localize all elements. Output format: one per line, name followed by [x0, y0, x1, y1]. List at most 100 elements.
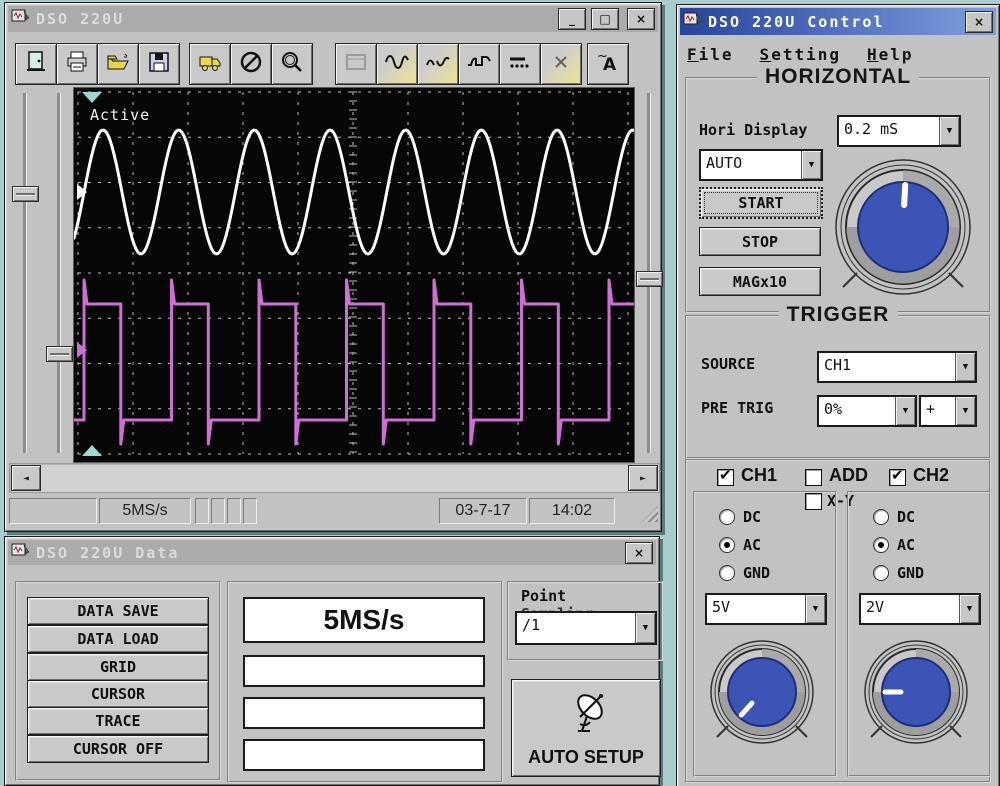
menu-file[interactable]: File: [687, 45, 734, 64]
slider-track: [57, 93, 61, 453]
ch2-position-slider[interactable]: [45, 89, 73, 457]
ch2-dc-label: DC: [897, 508, 915, 526]
toolbar-smooth-button[interactable]: [417, 43, 459, 85]
main-window-title: DSO 220U: [36, 10, 124, 28]
channels-group: CH1 ADD CH2 X-Y DC AC GND 5V: [685, 459, 991, 783]
scroll-left-arrow[interactable]: ◄: [11, 465, 41, 491]
toolbar-block-button[interactable]: [230, 43, 272, 85]
data-load-button[interactable]: DATA LOAD: [27, 625, 209, 653]
ch2-gnd-radio[interactable]: [873, 565, 889, 581]
dropdown-arrow-icon[interactable]: [955, 353, 975, 381]
toolbar-print-button[interactable]: [56, 43, 98, 85]
close-button[interactable]: ×: [965, 11, 993, 33]
toolbar-open-button[interactable]: [97, 43, 139, 85]
toolbar-sine-button[interactable]: [376, 43, 418, 85]
ch1-ac-radio[interactable]: [719, 537, 735, 553]
block-icon: [238, 49, 264, 79]
toolbar-truck-button[interactable]: [189, 43, 231, 85]
trigger-mode-dropdown[interactable]: AUTO: [699, 149, 823, 181]
dropdown-arrow-icon[interactable]: [959, 595, 979, 623]
start-button[interactable]: START: [699, 187, 823, 219]
point-sampling-value: /1: [517, 613, 635, 643]
toolbar-step-button[interactable]: [458, 43, 500, 85]
data-save-button[interactable]: DATA SAVE: [27, 597, 209, 625]
ch1-ac-label: AC: [743, 536, 761, 554]
ch1-checkbox[interactable]: [717, 469, 734, 486]
sample-rate-display: 5MS/s: [243, 597, 485, 643]
ch2-dc-radio[interactable]: [873, 509, 889, 525]
dropdown-arrow-icon[interactable]: [635, 613, 655, 643]
toolbar-font-button[interactable]: A~: [587, 43, 629, 85]
control-titlebar[interactable]: DSO 220U Control ×: [680, 8, 996, 35]
trigger-mode-value: AUTO: [701, 151, 801, 179]
ch1-position-slider[interactable]: [11, 89, 39, 457]
truck-icon: [197, 49, 223, 79]
mag-x10-button[interactable]: MAGx10: [699, 267, 821, 296]
horizontal-scrollbar[interactable]: ◄ ►: [9, 463, 660, 493]
pretrig-dropdown[interactable]: 0%: [817, 395, 917, 427]
resize-grip[interactable]: [642, 506, 658, 522]
close-button[interactable]: ×: [625, 542, 653, 564]
dropdown-arrow-icon[interactable]: [939, 117, 959, 145]
data-readout-group: 5MS/s: [227, 581, 503, 783]
frame-icon: [343, 49, 369, 79]
data-titlebar[interactable]: DSO 220U Data ×: [8, 540, 656, 565]
ch1-dc-radio[interactable]: [719, 509, 735, 525]
toolbar-save-button[interactable]: [138, 43, 180, 85]
readout-field-2: [243, 697, 485, 729]
menu-setting[interactable]: Setting: [760, 45, 841, 64]
dropdown-arrow-icon[interactable]: [805, 595, 825, 623]
dropdown-arrow-icon[interactable]: [801, 151, 821, 179]
trigger-level-thumb[interactable]: [636, 271, 663, 287]
desktop: DSO 220U _ □ ×: [0, 0, 1000, 786]
add-checkbox[interactable]: [805, 469, 822, 486]
ch2-position-thumb[interactable]: [46, 346, 73, 362]
grid-button[interactable]: GRID: [27, 653, 209, 681]
maximize-button[interactable]: □: [591, 8, 619, 30]
menu-help[interactable]: Help: [867, 45, 914, 64]
point-sampling-dropdown[interactable]: /1: [515, 611, 657, 645]
trigger-header: TRIGGER: [779, 303, 898, 327]
ch2-column: DC AC GND 2V: [847, 491, 991, 777]
menubar: File Setting Help: [687, 41, 940, 67]
timebase-dropdown[interactable]: 0.2 mS: [837, 115, 961, 147]
ch2-checkbox[interactable]: [889, 469, 906, 486]
ch1-position-thumb[interactable]: [12, 186, 39, 202]
toolbar-exit-button[interactable]: [15, 43, 57, 85]
ch2-ac-radio[interactable]: [873, 537, 889, 553]
close-button[interactable]: ×: [627, 8, 655, 30]
open-folder-icon: [105, 49, 131, 79]
trigger-level-slider[interactable]: [635, 89, 663, 457]
toolbar-frame-button[interactable]: [335, 43, 377, 85]
ch2-volts-dropdown[interactable]: 2V: [859, 593, 981, 625]
minimize-button[interactable]: _: [558, 8, 586, 30]
slider-track: [23, 93, 27, 453]
trigger-source-dropdown[interactable]: CH1: [817, 351, 977, 383]
ch2-gnd-label: GND: [897, 564, 924, 582]
readout-field-3: [243, 739, 485, 771]
ch1-knob[interactable]: [709, 639, 815, 749]
ch1-volts-dropdown[interactable]: 5V: [705, 593, 827, 625]
toolbar-dots-button[interactable]: [499, 43, 541, 85]
scope-display: [74, 88, 634, 462]
dropdown-arrow-icon[interactable]: [955, 397, 975, 425]
cursor-off-button[interactable]: CURSOR OFF: [27, 735, 209, 763]
toolbar-delete-button[interactable]: [540, 43, 582, 85]
stop-button[interactable]: STOP: [699, 227, 821, 256]
trace-button[interactable]: TRACE: [27, 707, 209, 735]
main-titlebar[interactable]: DSO 220U _ □ ×: [8, 6, 658, 32]
scroll-right-arrow[interactable]: ►: [628, 465, 658, 491]
pretrig-value: 0%: [819, 397, 895, 425]
dropdown-arrow-icon[interactable]: [895, 397, 915, 425]
slope-dropdown[interactable]: +: [919, 395, 977, 427]
app-icon: [683, 11, 703, 33]
square-wave-icon: [466, 49, 492, 79]
auto-setup-button[interactable]: AUTO SETUP: [511, 679, 661, 777]
cursor-button[interactable]: CURSOR: [27, 680, 209, 708]
toolbar-zoom-button[interactable]: [271, 43, 313, 85]
ch1-gnd-radio[interactable]: [719, 565, 735, 581]
ch2-knob[interactable]: [863, 639, 969, 749]
data-window: DSO 220U Data × DATA SAVE DATA LOAD GRID…: [4, 536, 660, 786]
print-icon: [64, 49, 90, 79]
horizontal-knob[interactable]: [833, 157, 973, 301]
